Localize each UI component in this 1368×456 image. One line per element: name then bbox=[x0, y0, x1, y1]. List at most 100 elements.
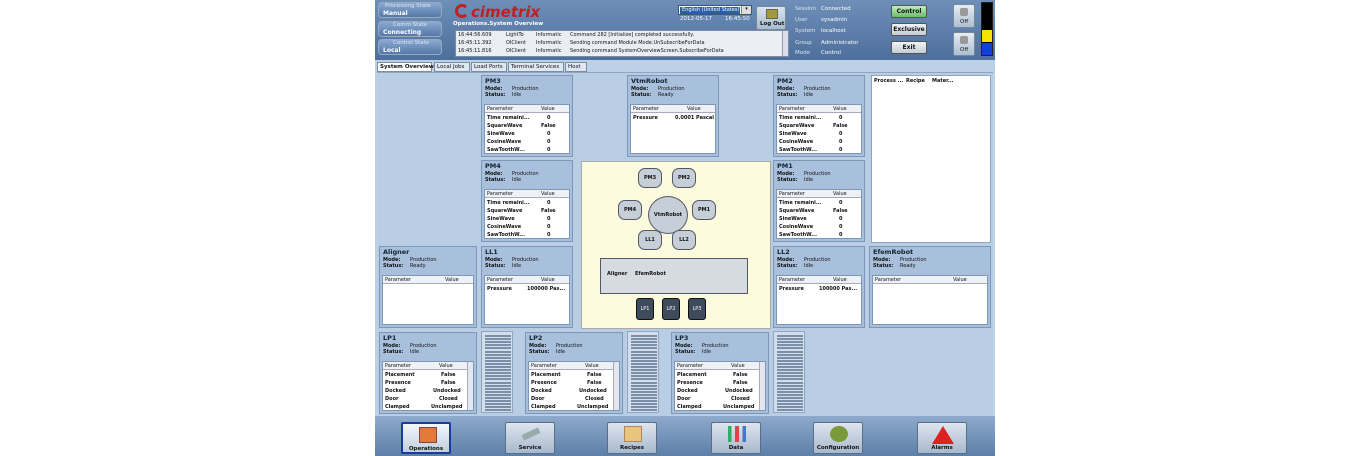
slot-indicator bbox=[631, 335, 657, 337]
table-row: Pressure 0.0001 Pascal bbox=[631, 114, 715, 122]
nav-recipes[interactable]: Recipes bbox=[607, 422, 657, 454]
slot-indicator bbox=[485, 409, 511, 412]
param-name: SquareWave bbox=[779, 208, 815, 214]
light-toggle-1[interactable]: Off bbox=[953, 4, 975, 28]
header-value: Value bbox=[541, 106, 555, 112]
control-button[interactable]: Control bbox=[891, 5, 927, 18]
efemrobot-panel[interactable]: EfemRobot Mode: Production Status: Ready… bbox=[869, 246, 991, 328]
status-value: Idle bbox=[702, 349, 712, 355]
processing-state-button[interactable]: Processing State Manual bbox=[378, 2, 442, 18]
pm4-panel[interactable]: PM4 Mode: Production Status: Idle Parame… bbox=[481, 160, 573, 242]
lp2-panel[interactable]: LP2 Mode: Production Status: Idle Parame… bbox=[525, 332, 623, 414]
param-name: Pressure bbox=[487, 286, 512, 292]
parameter-grid[interactable]: Parameter Value bbox=[382, 275, 474, 325]
panel-title: VtmRobot bbox=[631, 77, 668, 85]
tab-local-jobs[interactable]: Local Jobs bbox=[434, 62, 470, 72]
diagram-ll2[interactable]: LL2 bbox=[672, 230, 696, 250]
parameter-grid[interactable]: Parameter Value Time remaini... 0 SquareWa… bbox=[776, 104, 862, 154]
param-value: False bbox=[833, 123, 848, 129]
param-name: Presence bbox=[677, 380, 703, 386]
lp3-panel[interactable]: LP3 Mode: Production Status: Idle Parame… bbox=[671, 332, 769, 414]
aligner-panel[interactable]: Aligner Mode: Production Status: Ready P… bbox=[379, 246, 477, 328]
param-value: False bbox=[733, 380, 748, 386]
tab-system-overview[interactable]: System Overview bbox=[377, 62, 434, 72]
diagram-pm1[interactable]: PM1 bbox=[692, 200, 716, 220]
lp1-panel[interactable]: LP1 Mode: Production Status: Idle Parame… bbox=[379, 332, 477, 414]
diagram-lp1[interactable]: LP1 bbox=[636, 298, 654, 320]
param-value: 0 bbox=[839, 139, 843, 145]
parameter-grid[interactable]: Parameter Value Time remaini... 0 SquareWa… bbox=[484, 104, 570, 154]
table-row: Clamped Unclamped bbox=[529, 403, 619, 410]
parameter-grid[interactable]: Parameter Value Placement False Presence Fa… bbox=[382, 361, 474, 411]
ll1-panel[interactable]: LL1 Mode: Production Status: Idle Parame… bbox=[481, 246, 573, 328]
process-list[interactable]: Process ... Recipe Mater... bbox=[871, 75, 991, 243]
nav-configuration[interactable]: Configuration bbox=[813, 422, 863, 454]
tab-terminal-services[interactable]: Terminal Services bbox=[508, 62, 564, 72]
logout-button[interactable]: Log Out bbox=[756, 6, 786, 30]
param-value: 0 bbox=[839, 224, 843, 230]
nav-data[interactable]: Data bbox=[711, 422, 761, 454]
param-name: Door bbox=[531, 396, 545, 402]
header-parameter: Parameter bbox=[633, 106, 660, 112]
pm1-panel[interactable]: PM1 Mode: Production Status: Idle Parame… bbox=[773, 160, 865, 242]
param-name: Time remaini... bbox=[487, 200, 530, 206]
column-material[interactable]: Mater... bbox=[932, 78, 954, 84]
slot-indicator bbox=[631, 406, 657, 409]
parameter-grid[interactable]: Parameter Value Placement False Presence Fa… bbox=[528, 361, 620, 411]
diagram-vtmrobot[interactable]: VtmRobot bbox=[648, 196, 688, 234]
light-toggle-2[interactable]: Off bbox=[953, 32, 975, 56]
exclusive-button[interactable]: Exclusive bbox=[891, 23, 927, 36]
diagram-lp3[interactable]: LP3 bbox=[688, 298, 706, 320]
slot-indicator bbox=[485, 384, 511, 387]
signal-light-yellow bbox=[982, 30, 992, 42]
control-state-button[interactable]: Control State Local bbox=[378, 39, 442, 55]
slot-indicator bbox=[777, 400, 803, 403]
header-parameter: Parameter bbox=[779, 191, 806, 197]
exit-button[interactable]: Exit bbox=[891, 41, 927, 54]
header-parameter: Parameter bbox=[677, 363, 704, 369]
tab-host[interactable]: Host bbox=[565, 62, 587, 72]
parameter-grid[interactable]: Parameter Value Pressure 100000 Pas... bbox=[776, 275, 862, 325]
grid-scrollbar[interactable] bbox=[467, 362, 473, 410]
diagram-efemrobot[interactable]: EfemRobot bbox=[635, 271, 666, 277]
slot-indicator bbox=[777, 366, 803, 368]
message-log[interactable]: 16:44:56.609 LightTo Informatic Command … bbox=[455, 30, 789, 57]
diagram-ll1[interactable]: LL1 bbox=[638, 230, 662, 250]
nav-operations[interactable]: Operations bbox=[401, 422, 451, 454]
diagram-pm4[interactable]: PM4 bbox=[618, 200, 642, 220]
parameter-grid[interactable]: Parameter Value Time remaini... 0 SquareWa… bbox=[484, 189, 570, 239]
column-process[interactable]: Process ... bbox=[874, 78, 903, 84]
pm2-panel[interactable]: PM2 Mode: Production Status: Idle Parame… bbox=[773, 75, 865, 157]
nav-alarms[interactable]: Alarms bbox=[917, 422, 967, 454]
diagram-pm3[interactable]: PM3 bbox=[638, 168, 662, 188]
parameter-grid[interactable]: Parameter Value bbox=[872, 275, 988, 325]
param-name: Clamped bbox=[531, 404, 556, 410]
comm-state-button[interactable]: Comm State Connecting bbox=[378, 21, 442, 37]
chevron-down-icon[interactable]: ▾ bbox=[741, 6, 751, 14]
language-select[interactable]: English (United States) ▾ bbox=[678, 5, 752, 15]
grid-scrollbar[interactable] bbox=[759, 362, 765, 410]
message-scrollbar[interactable] bbox=[782, 31, 788, 56]
grid-header: Parameter Value bbox=[777, 105, 861, 113]
table-row: CosineWave 0 bbox=[777, 223, 861, 231]
diagram-pm2[interactable]: PM2 bbox=[672, 168, 696, 188]
pm3-panel[interactable]: PM3 Mode: Production Status: Idle Parame… bbox=[481, 75, 573, 157]
param-name: Docked bbox=[677, 388, 698, 394]
parameter-grid[interactable]: Parameter Value Time remaini... 0 SquareWa… bbox=[776, 189, 862, 239]
nav-label: Service bbox=[518, 445, 542, 451]
parameter-grid[interactable]: Parameter Value Pressure 0.0001 Pascal bbox=[630, 104, 716, 154]
header-value: Value bbox=[445, 277, 459, 283]
slot-indicator bbox=[485, 387, 511, 390]
parameter-grid[interactable]: Parameter Value Placement False Presence Fa… bbox=[674, 361, 766, 411]
parameter-grid[interactable]: Parameter Value Pressure 100000 Pas... bbox=[484, 275, 570, 325]
nav-label: Alarms bbox=[931, 445, 953, 451]
ll2-panel[interactable]: LL2 Mode: Production Status: Idle Parame… bbox=[773, 246, 865, 328]
nav-service[interactable]: Service bbox=[505, 422, 555, 454]
grid-scrollbar[interactable] bbox=[613, 362, 619, 410]
diagram-aligner[interactable]: Aligner bbox=[607, 271, 627, 277]
param-value: False bbox=[541, 208, 556, 214]
column-recipe[interactable]: Recipe bbox=[906, 78, 925, 84]
vtmrobot-panel[interactable]: VtmRobot Mode: Production Status: Ready … bbox=[627, 75, 719, 157]
tab-load-ports[interactable]: Load Ports bbox=[471, 62, 507, 72]
diagram-lp2[interactable]: LP2 bbox=[662, 298, 680, 320]
